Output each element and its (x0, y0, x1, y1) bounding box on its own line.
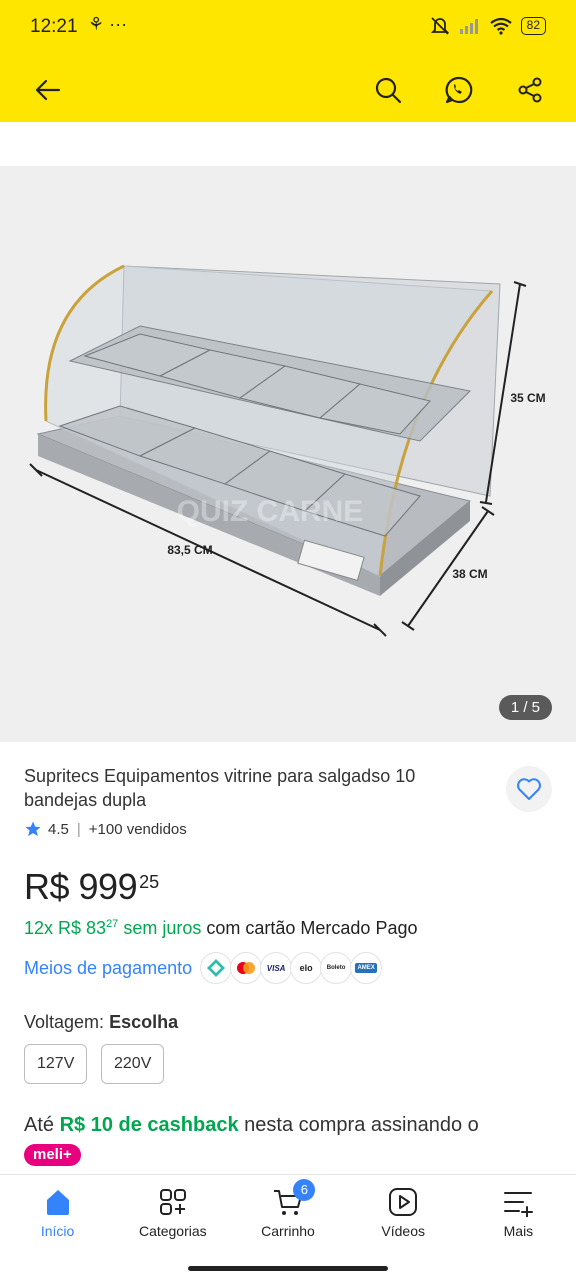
payment-methods-link[interactable]: Meios de pagamento (24, 958, 192, 979)
search-icon (375, 77, 402, 104)
status-time: 12:21 (30, 16, 78, 37)
dimension-depth: 38 CM (452, 567, 487, 581)
arrow-left-icon (35, 79, 61, 101)
nav-inicio[interactable]: Início (0, 1175, 115, 1260)
product-title: Supritecs Equipamentos vitrine para salg… (24, 766, 416, 810)
installments-cents: 27 (106, 918, 119, 930)
installments-card: com cartão Mercado Pago (206, 918, 418, 938)
dimension-width: 83,5 CM (167, 543, 212, 557)
mute-icon (430, 17, 449, 35)
image-counter: 1 / 5 (498, 695, 552, 720)
mastercard-icon (230, 952, 263, 984)
watermark: QUIZ CARNE (177, 495, 364, 528)
separator: | (76, 820, 81, 838)
product-image: 83,5 CM 35 CM 38 CM QUIZ CARNE (29, 264, 546, 637)
battery-indicator: 82 (520, 17, 546, 35)
play-icon (389, 1188, 418, 1216)
whatsapp-button[interactable] (437, 68, 481, 112)
status-bar: 12:21 ⚘ ··· 82 (0, 0, 576, 56)
nav-mais[interactable]: Mais (461, 1175, 576, 1260)
price: R$ 999 25 (24, 866, 159, 908)
price-main: R$ 999 (24, 866, 138, 907)
home-indicator (188, 1266, 388, 1271)
back-button[interactable] (26, 68, 70, 112)
meli-plus-badge[interactable]: meli+ (24, 1144, 81, 1166)
boleto-icon: Boleto (320, 952, 353, 984)
voltage-value: Escolha (109, 1012, 179, 1032)
cart-count-badge: 6 (293, 1179, 316, 1201)
nav-categorias[interactable]: Categorias (115, 1175, 230, 1260)
amex-icon: AMEX (350, 952, 383, 984)
app-header (0, 56, 576, 122)
favorite-button[interactable] (506, 766, 552, 812)
installments-interest: sem juros (123, 918, 202, 938)
nav-videos[interactable]: Vídeos (346, 1175, 461, 1260)
elo-icon: elo (290, 952, 323, 984)
payment-row[interactable]: Meios de pagamento VISA elo Boleto AMEX (24, 952, 383, 984)
cashback-info: Até R$ 10 de cashback nesta compra assin… (24, 1110, 524, 1170)
home-icon (46, 1190, 69, 1215)
categories-icon (159, 1189, 186, 1215)
visa-icon: VISA (260, 952, 293, 984)
voltage-option-220v[interactable]: 220V (101, 1044, 165, 1084)
notification-icons: ⚘ ··· (88, 14, 128, 34)
search-button[interactable] (366, 68, 410, 112)
installments-amount: 12x R$ 83 (24, 918, 107, 938)
spacer (0, 122, 576, 166)
voltage-label: Voltagem: Escolha (24, 1012, 179, 1032)
voltage-option-127v[interactable]: 127V (24, 1044, 88, 1084)
heart-icon (517, 778, 541, 800)
sold-count: +100 vendidos (88, 820, 187, 838)
nav-carrinho[interactable]: 6 Carrinho (230, 1175, 345, 1260)
pix-icon (200, 952, 233, 984)
menu-plus-icon (504, 1192, 534, 1217)
whatsapp-icon (445, 76, 473, 104)
share-button[interactable] (508, 68, 552, 112)
installments: 12x R$ 8327 sem juros com cartão Mercado… (24, 918, 417, 939)
star-icon (25, 821, 41, 837)
rating-row[interactable]: 4.5 | +100 vendidos (24, 820, 187, 838)
signal-icon (459, 19, 478, 34)
rating-value: 4.5 (48, 820, 69, 838)
cashback-amount: R$ 10 de cashback (59, 1114, 239, 1136)
bottom-navigation: Início Categorias 6 Carrinho Vídeos Mais (0, 1174, 576, 1260)
price-cents: 25 (139, 872, 160, 892)
dimension-height: 35 CM (510, 391, 545, 405)
share-icon (518, 77, 542, 103)
wifi-icon (489, 17, 512, 35)
product-gallery[interactable]: 83,5 CM 35 CM 38 CM QUIZ CARNE 1 / 5 (0, 166, 576, 742)
